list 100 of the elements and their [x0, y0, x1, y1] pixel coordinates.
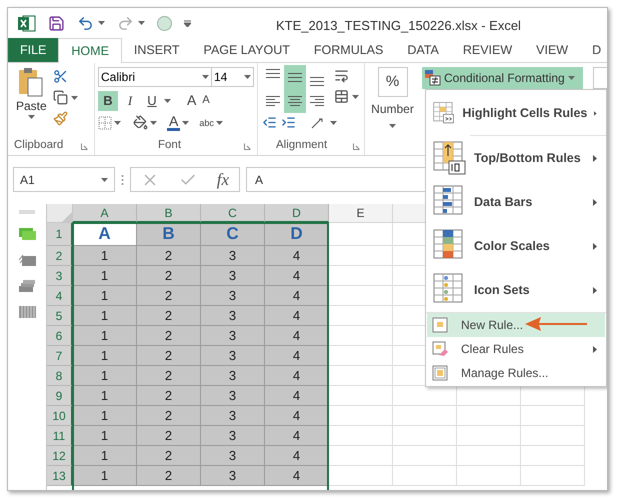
- manage-rules-icon: [432, 365, 448, 381]
- copy-icon[interactable]: [52, 90, 68, 105]
- dialog-launcher-icon[interactable]: [353, 142, 360, 150]
- style-button[interactable]: I: [120, 90, 140, 110]
- row-header[interactable]: 9: [47, 386, 73, 406]
- column-header[interactable]: C: [201, 204, 265, 223]
- dialog-launcher-icon[interactable]: [244, 142, 251, 150]
- table-cell: 4: [265, 406, 329, 426]
- format-painter-icon[interactable]: [52, 111, 68, 126]
- menu-item[interactable]: Clear Rules: [427, 337, 605, 361]
- ribbon-tab[interactable]: REVIEW: [450, 38, 524, 62]
- align-button[interactable]: [284, 89, 306, 113]
- submenu-arrow-icon: [594, 110, 597, 116]
- borders-icon[interactable]: [98, 116, 112, 130]
- fill-color-icon[interactable]: [133, 115, 148, 130]
- paste-button[interactable]: Paste: [16, 67, 47, 137]
- undo-icon[interactable]: [77, 14, 94, 32]
- customize-toolbar-icon[interactable]: [184, 20, 191, 26]
- stack-icon[interactable]: [18, 280, 36, 292]
- column-header[interactable]: B: [137, 204, 201, 223]
- column-header[interactable]: D: [265, 204, 329, 223]
- table-cell: 2: [137, 306, 201, 326]
- menu-item[interactable]: Data Bars: [427, 180, 605, 224]
- table-cell: [393, 446, 457, 466]
- table-cell: [329, 386, 393, 406]
- ribbon-tab[interactable]: DATA: [395, 38, 451, 62]
- name-box[interactable]: A1: [13, 167, 115, 192]
- insert-function-button[interactable]: fx: [216, 166, 230, 192]
- table-cell: 4: [265, 366, 329, 386]
- table-cell: 4: [265, 386, 329, 406]
- menu-item[interactable]: Manage Rules...: [427, 361, 605, 385]
- drag-handle-icon[interactable]: [121, 174, 124, 186]
- shrink-font-button[interactable]: A: [200, 92, 212, 109]
- table-cell: 2: [137, 386, 201, 406]
- font-name-field[interactable]: Calibri: [98, 67, 212, 87]
- font-size-field[interactable]: 14: [212, 67, 254, 87]
- table-cell: 1: [73, 306, 137, 326]
- row-header[interactable]: 10: [47, 406, 73, 426]
- align-bottom-icon: [310, 77, 324, 86]
- grow-font-button[interactable]: A: [185, 90, 198, 111]
- caret-icon: [101, 178, 108, 182]
- group-label: Alignment: [276, 138, 328, 154]
- table-cell: 4: [265, 346, 329, 366]
- file-tab[interactable]: FILE: [8, 38, 58, 62]
- ribbon-tab[interactable]: D: [580, 38, 607, 62]
- save-icon[interactable]: [48, 14, 65, 32]
- row-header[interactable]: 5: [47, 306, 73, 326]
- row-header[interactable]: 13: [47, 466, 73, 486]
- menu-item[interactable]: New Rule...: [427, 313, 605, 337]
- style-button[interactable]: B: [98, 90, 118, 110]
- row-header[interactable]: 4: [47, 286, 73, 306]
- ribbon-tab[interactable]: PAGE LAYOUT: [192, 38, 302, 62]
- menu-item[interactable]: Color Scales: [427, 224, 605, 268]
- slanted-card-icon[interactable]: [18, 254, 36, 266]
- wrap-text-icon[interactable]: [334, 68, 349, 83]
- table-cell: 3: [201, 306, 265, 326]
- row-header[interactable]: 7: [47, 346, 73, 366]
- ribbon-tab[interactable]: FORMULAS: [302, 38, 396, 62]
- menu-item[interactable]: Icon Sets: [427, 268, 605, 312]
- table-cell: 2: [137, 346, 201, 366]
- ribbon-tab[interactable]: HOME: [58, 38, 122, 63]
- row-header[interactable]: 12: [47, 446, 73, 466]
- caret-icon: [389, 124, 396, 128]
- table-cell: [393, 466, 457, 486]
- menu-item[interactable]: Highlight Cells Rules: [427, 91, 605, 135]
- align-left-icon: [266, 96, 280, 106]
- row-header[interactable]: 8: [47, 366, 73, 386]
- caret-icon: [568, 76, 575, 80]
- table-cell: [393, 426, 457, 446]
- submenu-arrow-icon: [593, 242, 597, 250]
- menu-item[interactable]: Top/Bottom Rules: [427, 136, 605, 180]
- table-cell: 3: [201, 386, 265, 406]
- text-orientation-button[interactable]: abc: [199, 118, 214, 128]
- window-title: KTE_2013_TESTING_150226.xlsx - Excel: [276, 17, 521, 35]
- ribbon-tab[interactable]: VIEW: [524, 38, 580, 62]
- caret-icon: [150, 120, 157, 124]
- font-color-button[interactable]: A: [167, 114, 180, 131]
- spreadsheet-app-icon[interactable]: [18, 14, 36, 32]
- clipboard-icon: [18, 67, 44, 97]
- dialog-launcher-icon[interactable]: [81, 142, 88, 150]
- align-button[interactable]: [284, 65, 306, 89]
- number-format-button[interactable]: % Number: [371, 67, 414, 128]
- row-header[interactable]: 1: [47, 223, 73, 246]
- row-header[interactable]: 11: [47, 426, 73, 446]
- ribbon-tab[interactable]: INSERT: [122, 38, 192, 62]
- column-header[interactable]: A: [73, 204, 137, 223]
- column-header[interactable]: E: [329, 204, 393, 223]
- row-header[interactable]: 2: [47, 246, 73, 266]
- style-button[interactable]: U: [142, 90, 162, 110]
- decrease-indent-icon[interactable]: [262, 115, 277, 130]
- table-cell: 3: [201, 266, 265, 286]
- columns-icon[interactable]: [18, 306, 36, 318]
- row-header[interactable]: 6: [47, 326, 73, 346]
- increase-indent-icon[interactable]: [281, 115, 296, 130]
- percent-icon: %: [378, 67, 408, 97]
- cards-icon[interactable]: [18, 228, 36, 240]
- merge-icon[interactable]: [334, 89, 349, 104]
- cut-icon[interactable]: [52, 69, 68, 84]
- conditional-formatting-button[interactable]: Conditional Formatting: [422, 67, 583, 89]
- row-header[interactable]: 3: [47, 266, 73, 286]
